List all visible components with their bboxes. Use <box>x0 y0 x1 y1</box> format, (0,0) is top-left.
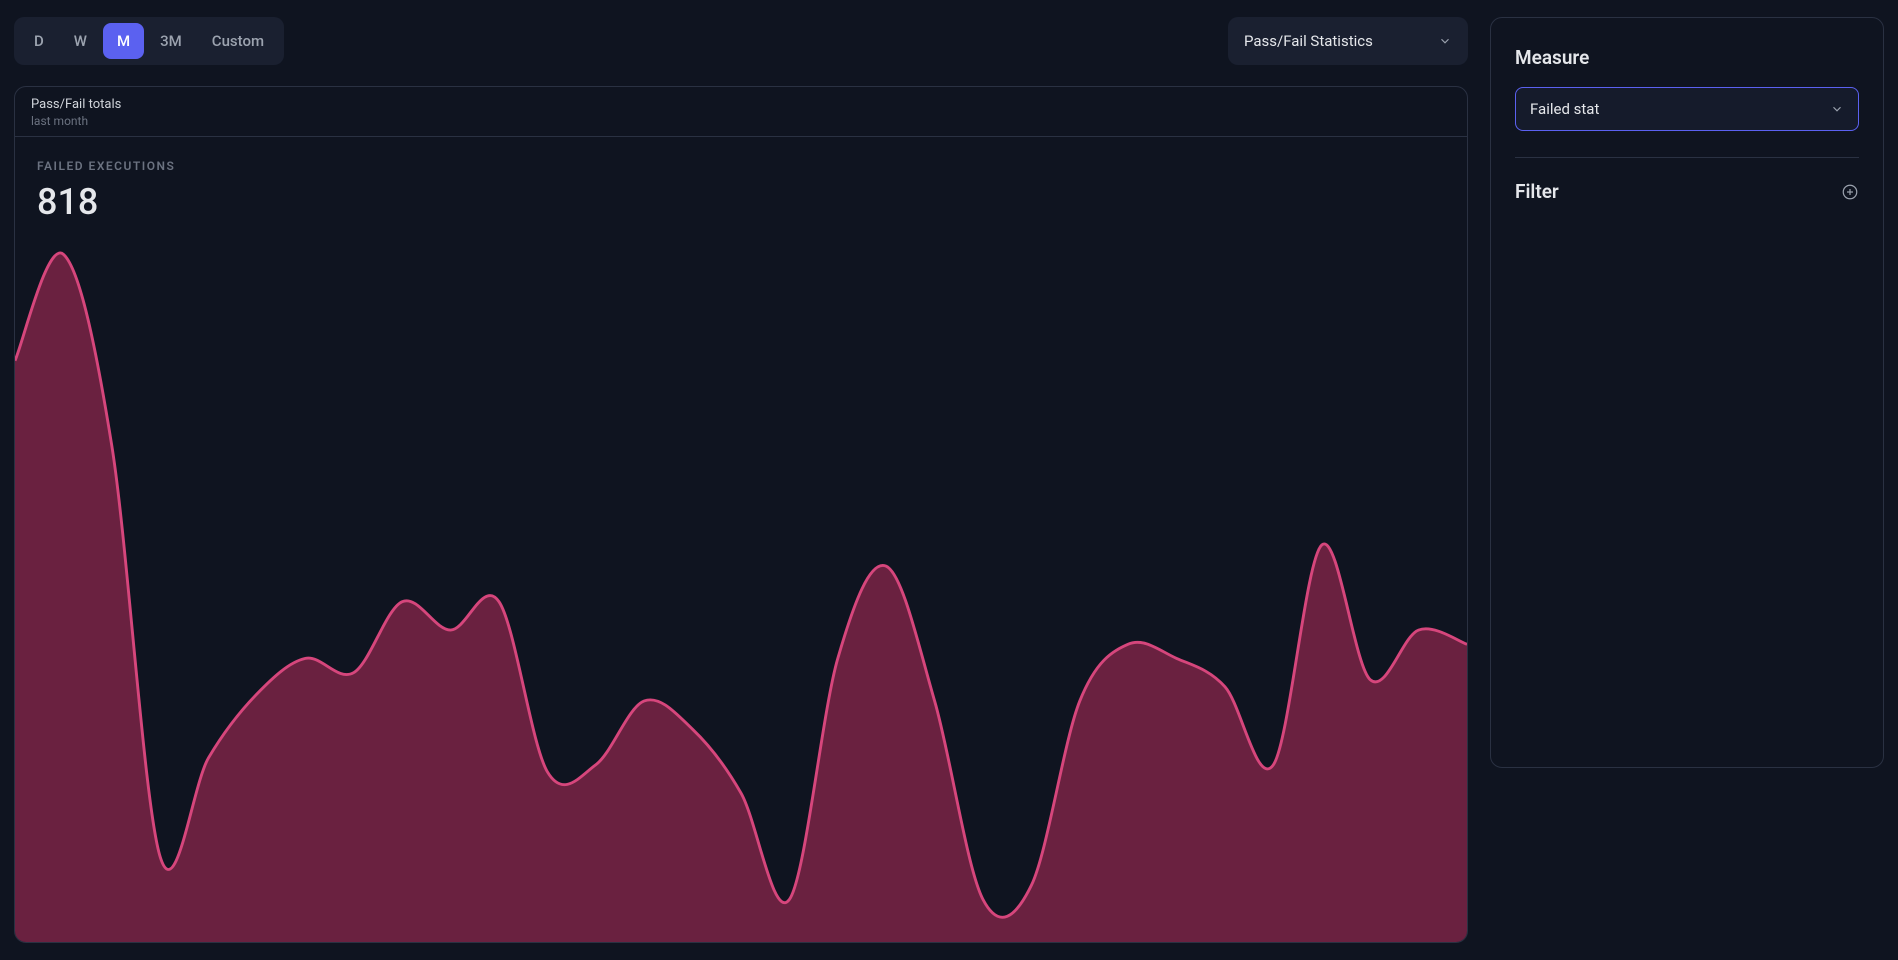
statistic-select-label: Pass/Fail Statistics <box>1244 32 1373 50</box>
measure-section-title: Measure <box>1515 46 1859 69</box>
tab-day[interactable]: D <box>20 23 58 59</box>
time-range-tabs: D W M 3M Custom <box>14 17 284 65</box>
tab-3month[interactable]: 3M <box>146 23 196 59</box>
measure-select[interactable]: Failed stat <box>1515 87 1859 131</box>
add-filter-icon[interactable] <box>1841 183 1859 201</box>
chart-card: Pass/Fail totals last month FAILED EXECU… <box>14 86 1468 943</box>
filter-section-title: Filter <box>1515 180 1559 203</box>
chevron-down-icon <box>1830 102 1844 116</box>
filter-section-header: Filter <box>1515 180 1859 203</box>
kpi-value: 818 <box>15 181 1467 223</box>
side-panel: Measure Failed stat Filter <box>1490 17 1884 768</box>
divider <box>1515 157 1859 158</box>
statistic-select[interactable]: Pass/Fail Statistics <box>1228 17 1468 65</box>
chart-body: FAILED EXECUTIONS 818 <box>15 137 1467 942</box>
kpi-label: FAILED EXECUTIONS <box>15 159 1467 173</box>
tab-custom[interactable]: Custom <box>198 23 278 59</box>
chart-subtitle: last month <box>31 114 1451 128</box>
area-chart <box>15 233 1467 942</box>
toolbar: D W M 3M Custom Pass/Fail Statistics <box>14 17 1468 65</box>
chart-title: Pass/Fail totals <box>31 97 1451 112</box>
tab-month[interactable]: M <box>103 23 144 59</box>
chart-card-header: Pass/Fail totals last month <box>15 87 1467 137</box>
chart-area <box>15 233 1467 942</box>
tab-week[interactable]: W <box>60 23 101 59</box>
measure-select-label: Failed stat <box>1530 100 1599 118</box>
chevron-down-icon <box>1438 34 1452 48</box>
